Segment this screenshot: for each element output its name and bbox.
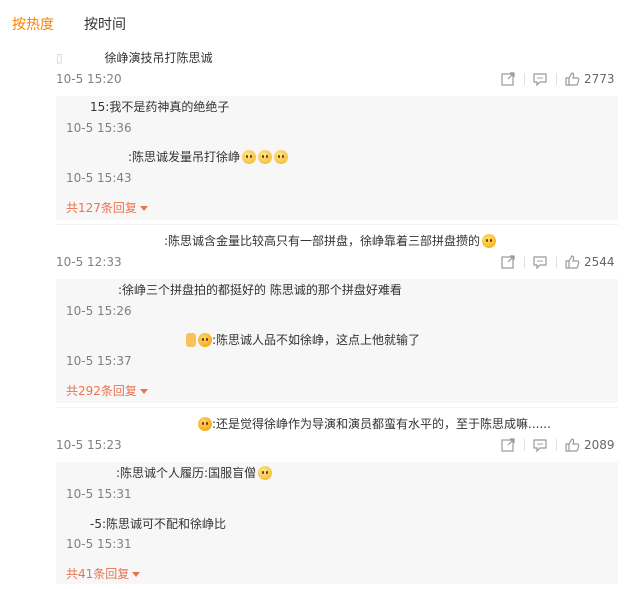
comment-icon[interactable] (532, 71, 548, 87)
share-icon[interactable] (500, 71, 516, 87)
cat-emoji-icon (258, 150, 273, 164)
comment-timestamp: 10-5 15:20 (56, 72, 122, 86)
comment-body: 徐峥演技吊打陈思诚 (104, 51, 213, 65)
share-icon[interactable] (500, 254, 516, 270)
reply-body: :陈思诚人品不如徐峥，这点上他就输了 (212, 333, 421, 347)
comment-body: :还是觉得徐峥作为导演和演员都蛮有水平的，至于陈思成嘛...... (212, 417, 551, 431)
comment-icon[interactable] (532, 437, 548, 453)
reply-text: 15:我不是药神真的绝绝子 (90, 98, 229, 115)
more-replies-link[interactable]: 共127条回复 (66, 199, 148, 216)
like-count: 2089 (584, 438, 615, 452)
more-replies-link[interactable]: 共292条回复 (66, 382, 148, 399)
reply-text: :陈思诚人品不如徐峥，这点上他就输了 (184, 331, 420, 348)
cat-emoji-icon (258, 466, 273, 480)
like-icon[interactable] (564, 71, 580, 87)
more-replies-link[interactable]: 共41条回复 (66, 565, 141, 582)
share-icon[interactable] (500, 437, 516, 453)
heart-eyes-emoji-icon (198, 417, 212, 431)
like-icon[interactable] (564, 437, 580, 453)
laugh-emoji-icon (482, 234, 497, 248)
reply-timestamp: 10-5 15:37 (66, 354, 132, 368)
reply-body: 15:我不是药神真的绝绝子 (90, 100, 230, 114)
caret-down-icon (139, 389, 148, 394)
comment-actions: 2773 (500, 71, 620, 89)
comment-divider (56, 407, 618, 408)
reply-text: :陈思诚发量吊打徐峥 (128, 148, 289, 165)
action-divider (556, 73, 557, 85)
comment-actions: 2089 (500, 437, 620, 455)
comment-timestamp: 10-5 15:23 (56, 438, 122, 452)
heart-eyes-emoji-icon (198, 333, 212, 347)
comment-body: :陈思诚含金量比较高只有一部拼盘，徐峥靠着三部拼盘攒的 (164, 234, 481, 248)
more-replies-label: 共41条回复 (66, 567, 130, 581)
comment-divider (56, 224, 618, 225)
like-icon[interactable] (564, 254, 580, 270)
reply-timestamp: 10-5 15:26 (66, 304, 132, 318)
reply-body: :陈思诚个人履历:国服盲僧 (116, 466, 257, 480)
cat-emoji-icon (242, 150, 257, 164)
tab-sort-by-hot[interactable]: 按热度 (12, 14, 54, 34)
reply-body: :陈思诚发量吊打徐峥 (128, 150, 241, 164)
reply-timestamp: 10-5 15:31 (66, 537, 132, 551)
like-count: 2544 (584, 255, 615, 269)
reply-text: -5:陈思诚可不配和徐峥比 (90, 515, 226, 532)
reply-timestamp: 10-5 15:43 (66, 171, 132, 185)
action-divider (524, 73, 525, 85)
caret-down-icon (139, 206, 148, 211)
action-divider (524, 256, 525, 268)
cat-emoji-icon (274, 150, 289, 164)
reply-body: -5:陈思诚可不配和徐峥比 (90, 517, 227, 531)
caret-down-icon (132, 572, 141, 577)
comment-text: :还是觉得徐峥作为导演和演员都蛮有水平的，至于陈思成嘛...... (196, 415, 551, 432)
reply-text: :徐峥三个拼盘拍的都挺好的 陈思诚的那个拼盘好难看 (118, 281, 402, 298)
like-count: 2773 (584, 72, 615, 86)
more-replies-label: 共127条回复 (66, 201, 137, 215)
comment-text: :陈思诚含金量比较高只有一部拼盘，徐峥靠着三部拼盘攒的 (164, 232, 497, 249)
reply-text: :陈思诚个人履历:国服盲僧 (116, 464, 273, 481)
tab-sort-by-time[interactable]: 按时间 (84, 14, 126, 34)
action-divider (556, 256, 557, 268)
action-divider (524, 439, 525, 451)
reply-body: :徐峥三个拼盘拍的都挺好的 陈思诚的那个拼盘好难看 (118, 283, 402, 297)
comment-text: ▯ 徐峥演技吊打陈思诚 (56, 49, 212, 66)
comment-icon[interactable] (532, 254, 548, 270)
more-replies-label: 共292条回复 (66, 384, 137, 398)
hand-emoji-icon (186, 333, 196, 347)
masked-username: ▯ (56, 51, 63, 65)
reply-timestamp: 10-5 15:36 (66, 121, 132, 135)
comment-actions: 2544 (500, 254, 620, 272)
comment-timestamp: 10-5 12:33 (56, 255, 122, 269)
reply-timestamp: 10-5 15:31 (66, 487, 132, 501)
action-divider (556, 439, 557, 451)
